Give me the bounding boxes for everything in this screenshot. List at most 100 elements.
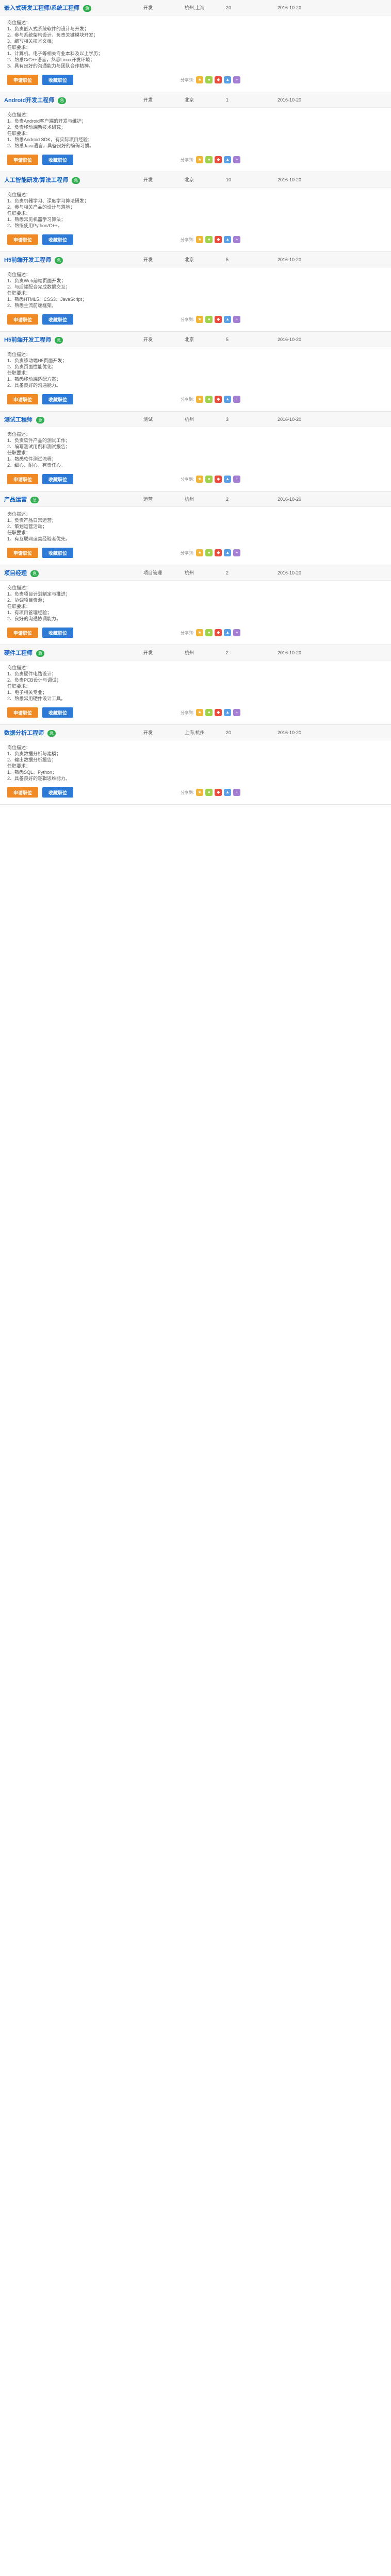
weibo-share-icon[interactable]: ◆ [215, 709, 222, 716]
more-share-icon[interactable]: + [233, 396, 241, 403]
favorite-button[interactable]: 收藏职位 [42, 314, 74, 325]
qq-share-icon[interactable]: ▲ [224, 629, 232, 636]
qzone-share-icon[interactable]: ★ [196, 709, 204, 716]
wechat-share-icon[interactable]: ● [205, 236, 213, 243]
job-department: 开发 [143, 97, 153, 103]
weibo-share-icon[interactable]: ◆ [215, 156, 222, 163]
apply-button[interactable]: 申请职位 [7, 707, 39, 718]
job-location: 北京 [185, 337, 194, 342]
more-share-icon[interactable]: + [233, 789, 241, 796]
qq-share-icon[interactable]: ▲ [224, 789, 232, 796]
qzone-share-icon[interactable]: ★ [196, 396, 204, 403]
job-title-link[interactable]: 人工智能研发/算法工程师 急 [4, 176, 138, 184]
job-description-line: 任职要求： [7, 45, 31, 50]
qq-share-icon[interactable]: ▲ [224, 76, 232, 83]
favorite-button[interactable]: 收藏职位 [42, 474, 74, 484]
weibo-share-icon[interactable]: ◆ [215, 476, 222, 483]
weibo-share-icon[interactable]: ◆ [215, 549, 222, 556]
job-title-link[interactable]: 数据分析工程师 急 [4, 728, 138, 737]
weibo-share-icon[interactable]: ◆ [215, 316, 222, 323]
job-title-link[interactable]: Android开发工程师 急 [4, 96, 138, 104]
share-label: 分享到: [181, 710, 194, 715]
job-title-link[interactable]: 测试工程师 急 [4, 415, 138, 423]
favorite-button[interactable]: 收藏职位 [42, 548, 74, 558]
apply-button[interactable]: 申请职位 [7, 474, 39, 484]
qq-share-icon[interactable]: ▲ [224, 236, 232, 243]
job-title-link[interactable]: H5前端开发工程师 急 [4, 335, 138, 344]
qq-share-icon[interactable]: ▲ [224, 156, 232, 163]
favorite-button[interactable]: 收藏职位 [42, 787, 74, 798]
job-header: 产品运营 急 运营 杭州 2 2016-10-20 [0, 492, 391, 507]
job-description-line: 1、熟悉SQL、Python； [7, 770, 57, 775]
qq-share-icon[interactable]: ▲ [224, 316, 232, 323]
wechat-share-icon[interactable]: ● [205, 156, 213, 163]
qzone-share-icon[interactable]: ★ [196, 76, 204, 83]
share-label: 分享到: [181, 477, 194, 482]
qq-share-icon[interactable]: ▲ [224, 549, 232, 556]
wechat-share-icon[interactable]: ● [205, 396, 213, 403]
job-title-link[interactable]: 产品运营 急 [4, 495, 138, 503]
weibo-share-icon[interactable]: ◆ [215, 629, 222, 636]
apply-button[interactable]: 申请职位 [7, 787, 39, 798]
qzone-share-icon[interactable]: ★ [196, 629, 204, 636]
job-description-line: 2、协调项目资源； [7, 598, 47, 603]
job-title-link[interactable]: 项目经理 急 [4, 569, 138, 577]
favorite-button[interactable]: 收藏职位 [42, 234, 74, 245]
favorite-button[interactable]: 收藏职位 [42, 75, 74, 85]
qzone-share-icon[interactable]: ★ [196, 476, 204, 483]
qq-share-icon[interactable]: ▲ [224, 476, 232, 483]
apply-button[interactable]: 申请职位 [7, 314, 39, 325]
job-title-link[interactable]: H5前端开发工程师 急 [4, 256, 138, 264]
more-share-icon[interactable]: + [233, 76, 241, 83]
wechat-share-icon[interactable]: ● [205, 789, 213, 796]
qq-share-icon[interactable]: ▲ [224, 396, 232, 403]
qq-share-icon[interactable]: ▲ [224, 709, 232, 716]
urgent-badge: 急 [83, 5, 92, 12]
more-share-icon[interactable]: + [233, 236, 241, 243]
job-location: 杭州 [185, 497, 194, 502]
job-title: 硬件工程师 [4, 650, 32, 656]
weibo-share-icon[interactable]: ◆ [215, 396, 222, 403]
job-actions: 申请职位 收藏职位 分享到: ★ ● ◆ ▲ + [0, 309, 391, 325]
favorite-button[interactable]: 收藏职位 [42, 155, 74, 165]
job-description-line: 2、输出数据分析报告； [7, 757, 57, 762]
more-share-icon[interactable]: + [233, 156, 241, 163]
apply-button[interactable]: 申请职位 [7, 548, 39, 558]
wechat-share-icon[interactable]: ● [205, 316, 213, 323]
more-share-icon[interactable]: + [233, 549, 241, 556]
job-listing: H5前端开发工程师 急 开发 北京 5 2016-10-20 岗位描述： 1、负责… [0, 332, 391, 412]
job-title-link[interactable]: 嵌入式研发工程师/系统工程师 急 [4, 4, 138, 12]
qzone-share-icon[interactable]: ★ [196, 316, 204, 323]
weibo-share-icon[interactable]: ◆ [215, 76, 222, 83]
qzone-share-icon[interactable]: ★ [196, 549, 204, 556]
favorite-button[interactable]: 收藏职位 [42, 628, 74, 638]
weibo-share-icon[interactable]: ◆ [215, 236, 222, 243]
weibo-share-icon[interactable]: ◆ [215, 789, 222, 796]
more-share-icon[interactable]: + [233, 629, 241, 636]
urgent-badge: 急 [47, 730, 56, 737]
wechat-share-icon[interactable]: ● [205, 709, 213, 716]
job-title-link[interactable]: 硬件工程师 急 [4, 649, 138, 657]
apply-button[interactable]: 申请职位 [7, 628, 39, 638]
qzone-share-icon[interactable]: ★ [196, 156, 204, 163]
wechat-share-icon[interactable]: ● [205, 549, 213, 556]
wechat-share-icon[interactable]: ● [205, 629, 213, 636]
wechat-share-icon[interactable]: ● [205, 476, 213, 483]
qzone-share-icon[interactable]: ★ [196, 789, 204, 796]
more-share-icon[interactable]: + [233, 476, 241, 483]
favorite-button[interactable]: 收藏职位 [42, 394, 74, 404]
more-share-icon[interactable]: + [233, 709, 241, 716]
favorite-button[interactable]: 收藏职位 [42, 707, 74, 718]
qzone-share-icon[interactable]: ★ [196, 236, 204, 243]
share-label: 分享到: [181, 317, 194, 322]
apply-button[interactable]: 申请职位 [7, 155, 39, 165]
apply-button[interactable]: 申请职位 [7, 394, 39, 404]
job-date: 2016-10-20 [278, 257, 302, 262]
job-description-line: 2、与后端配合完成数据交互； [7, 284, 71, 290]
more-share-icon[interactable]: + [233, 316, 241, 323]
job-actions: 申请职位 收藏职位 分享到: ★ ● ◆ ▲ + [0, 229, 391, 245]
apply-button[interactable]: 申请职位 [7, 234, 39, 245]
wechat-share-icon[interactable]: ● [205, 76, 213, 83]
job-description-line: 1、负责机器学习、深度学习算法研发； [7, 198, 89, 204]
apply-button[interactable]: 申请职位 [7, 75, 39, 85]
